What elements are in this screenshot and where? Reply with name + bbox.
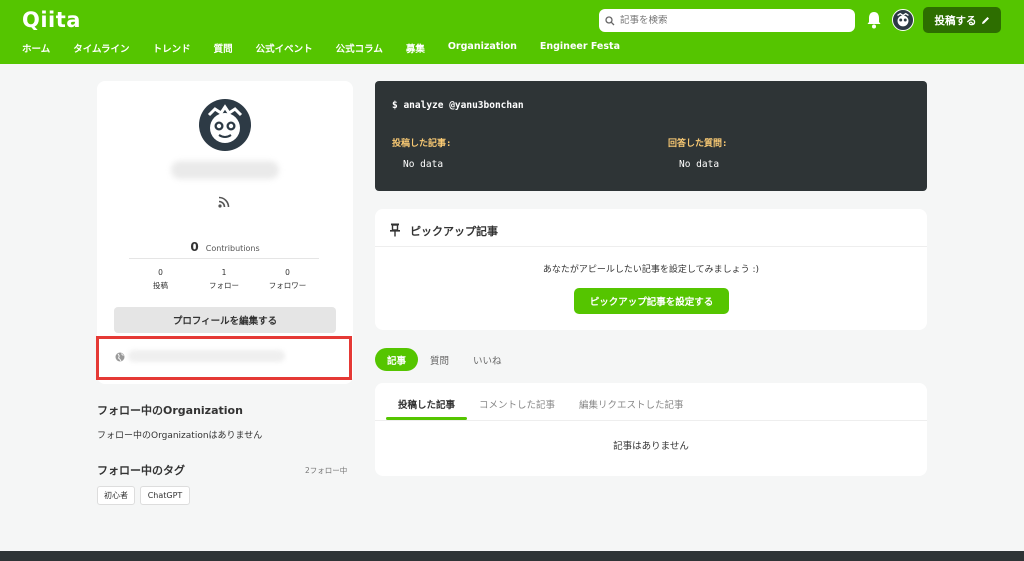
terminal-command: $ analyze @yanu3bonchan: [392, 100, 524, 111]
divider: [375, 246, 927, 247]
nav-official-events[interactable]: 公式イベント: [256, 41, 313, 55]
subtab-edit-requests[interactable]: 編集リクエストした記事: [567, 395, 696, 420]
pin-icon: [390, 223, 400, 237]
nav-engineer-festa[interactable]: Engineer Festa: [540, 41, 620, 55]
pencil-icon: [981, 16, 989, 24]
pickup-articles-card: ピックアップ記事 あなたがアピールしたい記事を設定してみましょう :) ピックア…: [375, 209, 927, 330]
avatar-face-icon: [207, 104, 243, 143]
search-input[interactable]: [620, 15, 840, 26]
post-button[interactable]: 投稿する: [923, 7, 1001, 33]
nav-home[interactable]: ホーム: [22, 41, 50, 55]
user-avatar-large[interactable]: [199, 99, 251, 151]
top-header: Qiita 投稿する ホーム タイムライン トレンド 質問 公式イベント 公式コ…: [0, 0, 1024, 64]
nav-recruit[interactable]: 募集: [406, 41, 425, 55]
contributions: 0 Contributions: [97, 236, 353, 255]
answered-questions-value: No data: [679, 159, 720, 170]
stat-label: 投稿: [153, 281, 168, 290]
tag-chatgpt[interactable]: ChatGPT: [140, 486, 190, 505]
subtab-posted[interactable]: 投稿した記事: [386, 395, 468, 420]
stat-value: 0: [158, 268, 163, 277]
rss-icon[interactable]: [218, 196, 230, 208]
notification-bell-icon[interactable]: [866, 11, 882, 29]
divider: [375, 420, 927, 421]
organizations-empty: フォロー中のOrganizationはありません: [97, 431, 263, 441]
analyze-terminal: $ analyze @yanu3bonchan 投稿した記事: No data …: [375, 81, 927, 191]
user-avatar-small[interactable]: [892, 9, 914, 31]
stat-label: フォロワー: [268, 281, 307, 290]
qiita-logo[interactable]: Qiita: [22, 8, 81, 32]
highlight-box: [96, 336, 352, 380]
posted-articles-label: 投稿した記事:: [392, 139, 452, 149]
contributions-count: 0: [190, 240, 199, 254]
pickup-message: あなたがアピールしたい記事を設定してみましょう :): [542, 265, 760, 275]
answered-questions-label: 回答した質問:: [668, 139, 728, 149]
stat-value: 1: [221, 268, 227, 277]
nav-timeline[interactable]: タイムライン: [73, 41, 129, 55]
tag-beginner[interactable]: 初心者: [97, 486, 135, 505]
stat-label: フォロー: [209, 281, 239, 290]
tags-follow-count[interactable]: 2フォロー中: [305, 465, 347, 476]
nav-organization[interactable]: Organization: [448, 41, 517, 55]
footer: [0, 551, 1024, 561]
stat-value: 0: [285, 268, 290, 277]
subtab-commented[interactable]: コメントした記事: [467, 395, 567, 420]
avatar-face-icon: [897, 12, 909, 27]
tab-questions[interactable]: 質問: [418, 348, 461, 371]
tab-articles[interactable]: 記事: [375, 348, 419, 371]
nav-official-column[interactable]: 公式コラム: [336, 41, 383, 55]
content-tabs: 記事 質問 いいね: [375, 348, 514, 371]
article-subtabs: 投稿した記事 コメントした記事 編集リクエストした記事: [386, 395, 696, 420]
search-icon: [605, 15, 615, 25]
articles-empty: 記事はありません: [613, 441, 689, 452]
contributions-label: Contributions: [205, 244, 260, 253]
edit-profile-button[interactable]: プロフィールを編集する: [114, 307, 336, 333]
nav-questions[interactable]: 質問: [214, 41, 233, 55]
global-nav: ホーム タイムライン トレンド 質問 公式イベント 公式コラム 募集 Organ…: [22, 41, 643, 55]
stat-posts[interactable]: 0 投稿: [129, 266, 192, 292]
profile-stats: 0 投稿 1 フォロー 0 フォロワー: [129, 266, 319, 292]
stat-following[interactable]: 1 フォロー: [193, 266, 256, 292]
set-pickup-button[interactable]: ピックアップ記事を設定する: [574, 288, 729, 314]
pickup-title: ピックアップ記事: [410, 225, 498, 238]
nav-trend[interactable]: トレンド: [153, 41, 191, 55]
organizations-heading: フォロー中のOrganization: [97, 404, 243, 417]
tab-likes[interactable]: いいね: [461, 348, 514, 371]
blurred-username: [171, 161, 279, 179]
articles-card: 投稿した記事 コメントした記事 編集リクエストした記事 記事はありません: [375, 383, 927, 476]
divider: [129, 258, 319, 259]
post-button-label: 投稿する: [934, 14, 977, 27]
stat-followers[interactable]: 0 フォロワー: [256, 266, 319, 292]
tags-heading: フォロー中のタグ: [97, 464, 185, 477]
search-box[interactable]: [599, 9, 855, 32]
posted-articles-value: No data: [403, 159, 444, 170]
